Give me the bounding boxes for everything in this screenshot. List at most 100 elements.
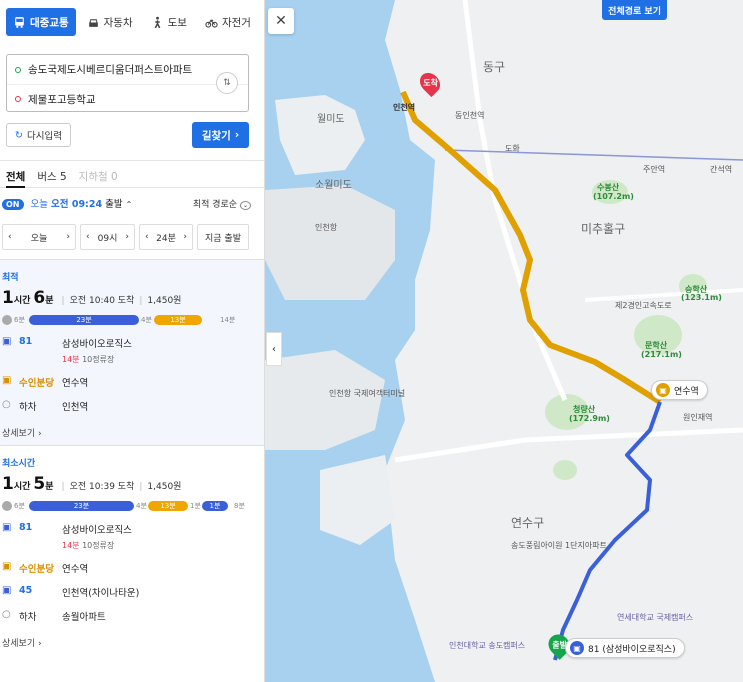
reset-button[interactable]: ↻ 다시입력 [6,123,71,147]
reset-button-label: 다시입력 [26,131,62,142]
step-bus: ▣ 45 인천역(차이나타운) [2,575,258,599]
bus-icon: ▣ [2,336,12,347]
minutes-unit: 분 [45,482,54,492]
now-button[interactable]: 지금 출발 [197,224,249,250]
route-result[interactable]: 최적 1시간 6분 | 오전 10:40 도착 | 1,450원 6분 23분 4… [0,259,264,445]
chevron-right-icon[interactable]: › [125,232,129,242]
place-label: 연세대학교 국제캠퍼스 [617,613,694,622]
arrival-time: 오전 10:39 도착 [69,482,135,492]
mode-car[interactable]: 자동차 [80,8,140,36]
alight-label: 하차 [19,612,37,623]
bus-stop-name: 삼성바이오로직스 [62,339,132,350]
bus-icon [15,16,24,28]
car-icon [88,18,98,27]
district-label: 동구 [483,60,506,74]
alight-station: 인천역 [62,402,89,413]
bus-number[interactable]: 81 [19,522,57,533]
origin-field[interactable]: 송도국제도시베르디움더퍼스트아파트 [7,55,248,84]
mountain-height: (107.2m) [593,192,634,201]
station-label: 도화 [505,144,520,153]
hour-picker[interactable]: ‹ 09시 › [80,224,135,250]
subway-station: 연수역 [62,378,89,389]
destination-text: 제물포고등학교 [28,93,96,106]
bus-icon: ▣ [2,522,12,533]
chevron-left-icon[interactable]: ‹ [145,232,149,242]
walk-icon [154,16,160,28]
bus-stops: 10정류장 [82,541,115,550]
subway-stop-pill[interactable]: ▣ 연수역 [651,380,708,400]
subway-line: 수인분당 [19,564,54,575]
minute-picker[interactable]: ‹ 24분 › [139,224,193,250]
mode-walk-label: 도보 [167,16,187,29]
chevron-left-icon[interactable]: ‹ [8,232,12,242]
route-result[interactable]: 최소시간 1시간 5분 | 오전 10:39 도착 | 1,450원 6분 23분… [0,445,264,655]
time-pickers: ‹ 오늘 › ‹ 09시 › ‹ 24분 › 지금 출발 [0,218,264,250]
tab-bus[interactable]: 버스 5 [37,169,66,187]
directions-sidebar: 대중교통 자동차 도보 자전거 송도국제도시베르디움더퍼스트아파트 제물포고등학… [0,0,265,682]
subway-line: 수인분당 [19,378,54,389]
district-label: 연수구 [511,516,545,530]
destination-field[interactable]: 제물포고등학교 [7,84,248,113]
duration-hours: 1 [2,288,14,308]
minute-value: 24분 [156,233,176,244]
minutes-unit: 분 [45,296,54,306]
chevron-right-icon: › [234,129,240,141]
swap-arrows-icon: ⇅ [223,78,231,88]
mountain-height: (217.1m) [641,350,682,359]
find-route-button[interactable]: 길찾기 › [192,122,249,148]
mode-bike[interactable]: 자전거 [198,8,258,36]
bus-number[interactable]: 45 [19,585,57,596]
bus-number[interactable]: 81 [19,336,57,347]
tab-subway[interactable]: 지하철 0 [79,169,118,187]
result-summary: 1시간 6분 | 오전 10:40 도착 | 1,450원 [2,288,182,308]
mode-transit-label: 대중교통 [30,16,69,29]
chevron-down-icon: ⌄ [239,200,251,210]
subway-icon: ▣ [2,561,12,572]
close-icon: ✕ [275,13,287,29]
result-summary: 1시간 5분 | 오전 10:39 도착 | 1,450원 [2,474,182,494]
step-alight: ○ 하차 송월아파트 [2,599,258,623]
walk-duration: 14분 [220,316,236,324]
map-view[interactable]: 전체경로 보기 동구 미추홀구 연수구 월미도 소월미도 인천역 동인천역 주안… [265,0,743,682]
swap-route-button[interactable]: ⇅ [216,72,238,94]
result-tag: 최적 [2,273,19,283]
bike-icon [205,18,218,28]
sort-dropdown[interactable]: 최적 경로순 ⌄ [193,197,251,210]
day-picker[interactable]: ‹ 오늘 › [2,224,76,250]
walk-duration: 4분 [141,316,152,324]
alight-station: 송월아파트 [62,612,106,623]
close-button[interactable]: ✕ [268,8,294,34]
travel-mode-tabs: 대중교통 자동차 도보 자전거 [0,0,264,42]
duration-minutes: 6 [33,288,46,308]
step-subway: ▣ 수인분당 연수역 [2,551,258,575]
hour-value: 09시 [97,233,118,244]
subway-segment: 13분 [148,501,188,511]
departure-prefix: 오늘 [30,199,49,210]
mode-walk[interactable]: 도보 [144,8,194,36]
step-subway: ▣ 수인분당 연수역 [2,365,258,389]
station-label: 주안역 [643,165,666,174]
district-label: 미추홀구 [581,222,626,236]
departure-toggle[interactable]: ON 오늘 오전 09:24 출발 ⌃ [2,196,132,210]
bus-segment: 23분 [29,315,139,325]
details-link[interactable]: 상세보기 › [2,623,258,649]
bus-stop-name: 삼성바이오로직스 [62,525,132,536]
collapse-sidebar-button[interactable]: ‹ [266,332,282,366]
chevron-up-icon: ⌃ [125,200,133,209]
details-link[interactable]: 상세보기 › [2,413,258,439]
bus-stop-pill[interactable]: ▣ 81 (삼성바이오로직스) [565,638,685,658]
bus-wait: 14분 [62,355,80,364]
chevron-right-icon[interactable]: › [183,232,187,242]
all-routes-button[interactable]: 전체경로 보기 [602,0,667,20]
destination-dot-icon [15,96,21,102]
walk-duration: 4분 [136,502,147,510]
mode-transit[interactable]: 대중교통 [6,8,76,36]
subway-icon: ▣ [656,383,670,397]
chevron-right-icon[interactable]: › [66,232,70,242]
result-tag: 최소시간 [2,459,36,469]
alight-dot-icon: ○ [2,399,11,410]
chevron-left-icon[interactable]: ‹ [86,232,90,242]
alight-dot-icon: ○ [2,609,11,620]
step-bus: ▣ 81 삼성바이오로직스 14분 10정류장 [2,326,258,365]
tab-all[interactable]: 전체 [6,169,26,188]
